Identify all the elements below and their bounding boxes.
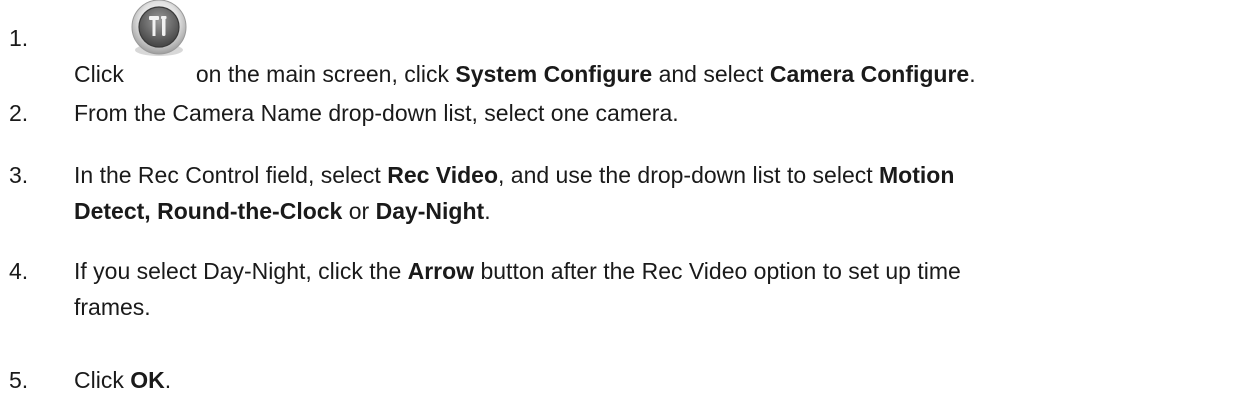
- step-number: 1.: [9, 25, 29, 51]
- step-number: 2.: [9, 100, 29, 126]
- step-text: In the Rec Control field, select Rec Vid…: [74, 162, 955, 224]
- step-text: Click on the main screen, click System C…: [74, 0, 1234, 92]
- step-number: 4.: [9, 258, 29, 284]
- tools-settings-icon: [128, 0, 190, 60]
- step-text: Click OK.: [74, 367, 172, 393]
- step-number: 3.: [9, 162, 29, 188]
- step-number: 5.: [9, 367, 29, 393]
- step-text: From the Camera Name drop-down list, sel…: [74, 100, 679, 126]
- step-text: If you select Day-Night, click the Arrow…: [74, 258, 961, 320]
